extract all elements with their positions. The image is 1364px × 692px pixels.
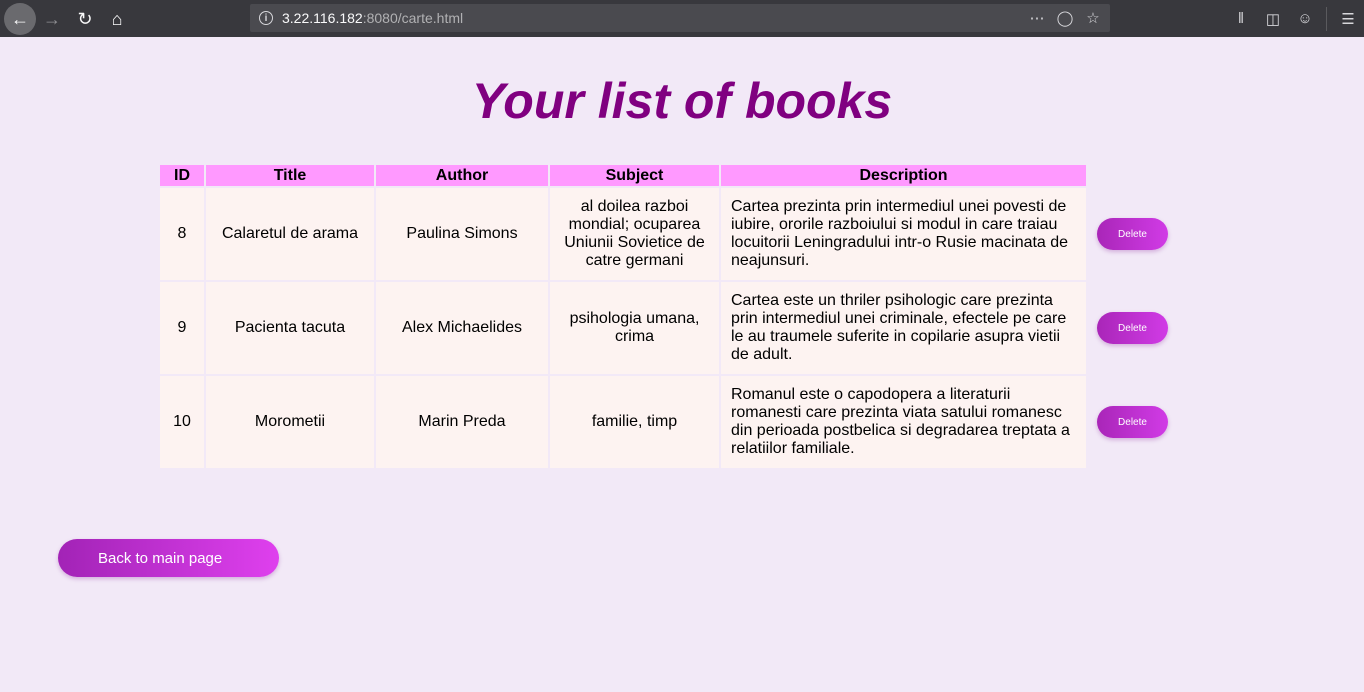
reload-icon[interactable]: ↻ — [69, 3, 101, 35]
cell-id: 8 — [160, 188, 204, 280]
cell-author: Alex Michaelides — [376, 282, 548, 374]
more-actions-icon[interactable]: ⋯ — [1028, 9, 1046, 27]
header-author: Author — [376, 165, 548, 186]
cell-id: 9 — [160, 282, 204, 374]
table-header-row: ID Title Author Subject Description — [160, 165, 1168, 186]
home-icon[interactable]: ⌂ — [101, 3, 133, 35]
delete-button[interactable]: Delete — [1097, 312, 1168, 344]
bookmark-star-icon[interactable]: ☆ — [1084, 9, 1102, 27]
delete-button[interactable]: Delete — [1097, 218, 1168, 250]
table-row: 8 Calaretul de arama Paulina Simons al d… — [160, 188, 1168, 280]
cell-subject: psihologia umana, crima — [550, 282, 719, 374]
toolbar-divider — [1326, 6, 1327, 31]
back-to-main-button[interactable]: Back to main page — [58, 539, 279, 577]
cell-action: Delete — [1088, 376, 1168, 468]
address-bar[interactable]: i 3.22.116.182:8080/carte.html ⋯ ◯ ☆ — [250, 4, 1110, 32]
sidebar-icon[interactable]: ◫ — [1257, 10, 1289, 28]
back-arrow-icon[interactable]: ← — [4, 3, 36, 35]
cell-id: 10 — [160, 376, 204, 468]
cell-title: Morometii — [206, 376, 374, 468]
url-path: :8080/carte.html — [362, 10, 464, 26]
account-icon[interactable]: ☺ — [1289, 10, 1321, 27]
delete-button[interactable]: Delete — [1097, 406, 1168, 438]
header-title: Title — [206, 165, 374, 186]
forward-arrow-icon[interactable]: → — [36, 3, 68, 35]
cell-description: Romanul este o capodopera a literaturii … — [721, 376, 1086, 468]
page-title: Your list of books — [471, 73, 893, 129]
books-table: ID Title Author Subject Description 8 Ca… — [158, 163, 1170, 470]
cell-subject: al doilea razboi mondial; ocuparea Uniun… — [550, 188, 719, 280]
header-id: ID — [160, 165, 204, 186]
url-host: 3.22.116.182 — [282, 10, 363, 26]
cell-subject: familie, timp — [550, 376, 719, 468]
cell-action: Delete — [1088, 282, 1168, 374]
browser-toolbar: ← → ↻ ⌂ i 3.22.116.182:8080/carte.html ⋯… — [0, 0, 1364, 37]
cell-title: Calaretul de arama — [206, 188, 374, 280]
menu-icon[interactable]: ☰ — [1332, 10, 1364, 28]
cell-title: Pacienta tacuta — [206, 282, 374, 374]
url-text[interactable]: 3.22.116.182:8080/carte.html — [282, 10, 463, 26]
cell-description: Cartea este un thriler psihologic care p… — [721, 282, 1086, 374]
library-icon[interactable]: ‖ — [1225, 10, 1257, 27]
cell-author: Paulina Simons — [376, 188, 548, 280]
header-subject: Subject — [550, 165, 719, 186]
cell-author: Marin Preda — [376, 376, 548, 468]
table-row: 10 Morometii Marin Preda familie, timp R… — [160, 376, 1168, 468]
pocket-icon[interactable]: ◯ — [1056, 9, 1074, 27]
cell-description: Cartea prezinta prin intermediul unei po… — [721, 188, 1086, 280]
site-info-icon[interactable]: i — [259, 11, 273, 25]
table-row: 9 Pacienta tacuta Alex Michaelides psiho… — [160, 282, 1168, 374]
header-description: Description — [721, 165, 1086, 186]
cell-action: Delete — [1088, 188, 1168, 280]
